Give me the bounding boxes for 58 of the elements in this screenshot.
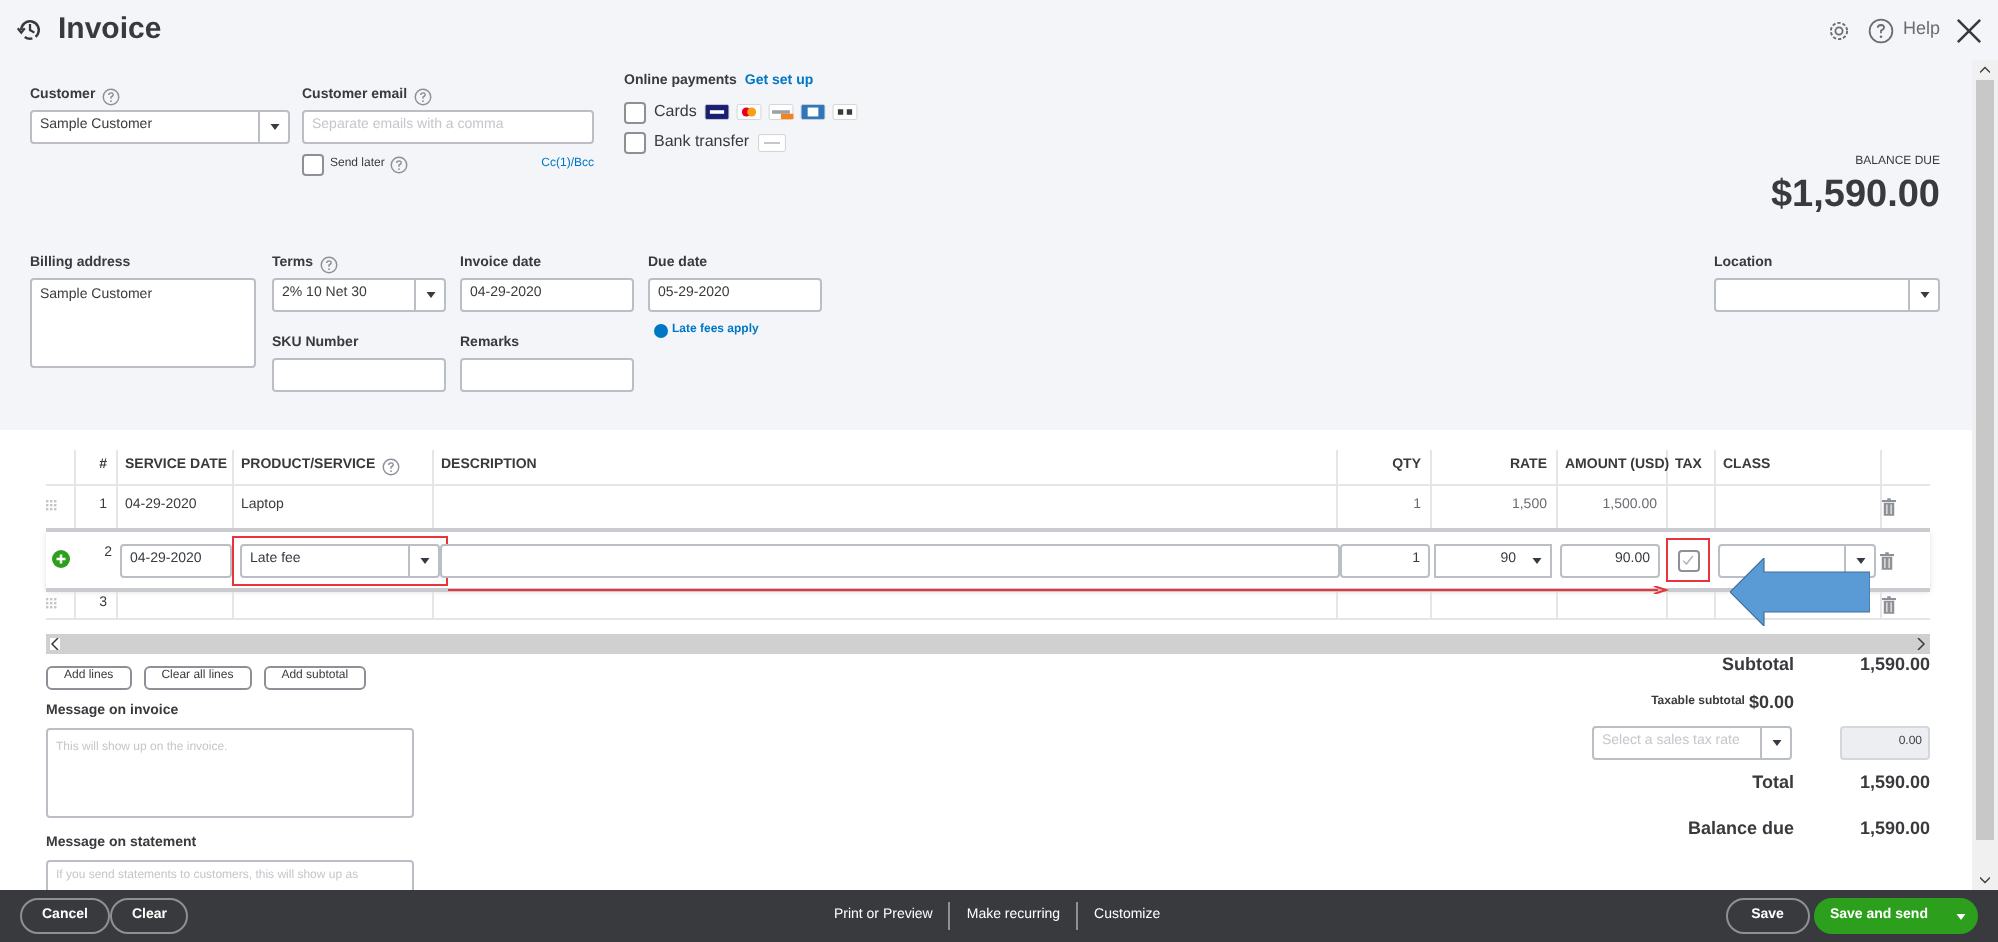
card-logo-icon	[704, 104, 731, 120]
arrow-drawing	[1730, 558, 1870, 626]
help-link[interactable]: Help	[1902, 16, 1940, 44]
checkbox[interactable]	[624, 101, 646, 123]
drag-handle-icon[interactable]	[46, 598, 58, 611]
help-icon[interactable]	[101, 87, 120, 105]
drag-handle-icon[interactable]	[46, 500, 58, 513]
tick-icon	[1680, 552, 1696, 568]
caret-icon	[425, 292, 435, 298]
info-icon	[654, 324, 668, 338]
help-icon[interactable]	[413, 87, 432, 105]
horizontal-scrollbar[interactable]	[46, 633, 1930, 653]
subtotal-value: 1,590.00	[1857, 651, 1930, 677]
caret-icon	[1771, 739, 1781, 745]
trash-icon[interactable]	[1881, 497, 1895, 516]
checkbox[interactable]	[624, 131, 646, 153]
balance-due-total-label: Balance due	[1687, 816, 1794, 842]
history-icon[interactable]	[16, 16, 44, 44]
caret-icon	[269, 124, 279, 130]
scroll-down-icon[interactable]	[1980, 876, 1990, 884]
vertical-scrollbar[interactable]	[1972, 60, 1998, 890]
settings-icon[interactable]	[1826, 17, 1853, 43]
page-title: Invoice	[58, 9, 162, 50]
caret-icon	[1531, 557, 1541, 563]
add-icon[interactable]	[51, 549, 69, 568]
subtotal-label: Subtotal	[1722, 651, 1794, 677]
trash-icon[interactable]	[1880, 551, 1894, 569]
caret-icon[interactable]	[1955, 913, 1966, 919]
trash-icon[interactable]	[1881, 595, 1895, 614]
taxable-subtotal-value: $0.00	[1748, 690, 1794, 716]
scroll-right-icon[interactable]	[1916, 637, 1926, 649]
scroll-left-icon[interactable]	[50, 637, 60, 649]
caret-icon	[1855, 557, 1865, 563]
help-icon[interactable]	[381, 457, 400, 476]
total-value: 1,590.00	[1857, 769, 1930, 795]
tax-checkbox[interactable]	[1677, 549, 1699, 571]
location-select[interactable]	[1714, 278, 1940, 312]
card-logo-icon	[832, 104, 859, 120]
caret-icon	[419, 557, 429, 563]
card-logo-icon	[768, 104, 795, 120]
help-icon[interactable]	[1868, 17, 1895, 43]
payment-option-label: Cards	[654, 100, 697, 124]
card-logo-icon	[800, 104, 827, 120]
sku-number-field[interactable]	[272, 358, 446, 392]
balance-due-total-value: 1,590.00	[1857, 816, 1930, 842]
help-icon[interactable]	[390, 156, 409, 174]
balance-due-amount: $1,590.00	[1770, 172, 1940, 220]
help-icon[interactable]	[319, 255, 337, 273]
scroll-up-icon[interactable]	[1980, 66, 1990, 74]
card-logo-icon	[736, 104, 763, 120]
close-icon[interactable]	[1956, 17, 1982, 43]
remarks-field[interactable]	[460, 358, 634, 392]
caret-icon	[1919, 292, 1929, 298]
payment-option-label: Bank transfer	[654, 130, 750, 154]
description-field[interactable]	[440, 543, 1340, 577]
checkbox[interactable]	[302, 154, 324, 176]
total-label: Total	[1752, 769, 1794, 795]
bank-icon	[757, 133, 786, 151]
